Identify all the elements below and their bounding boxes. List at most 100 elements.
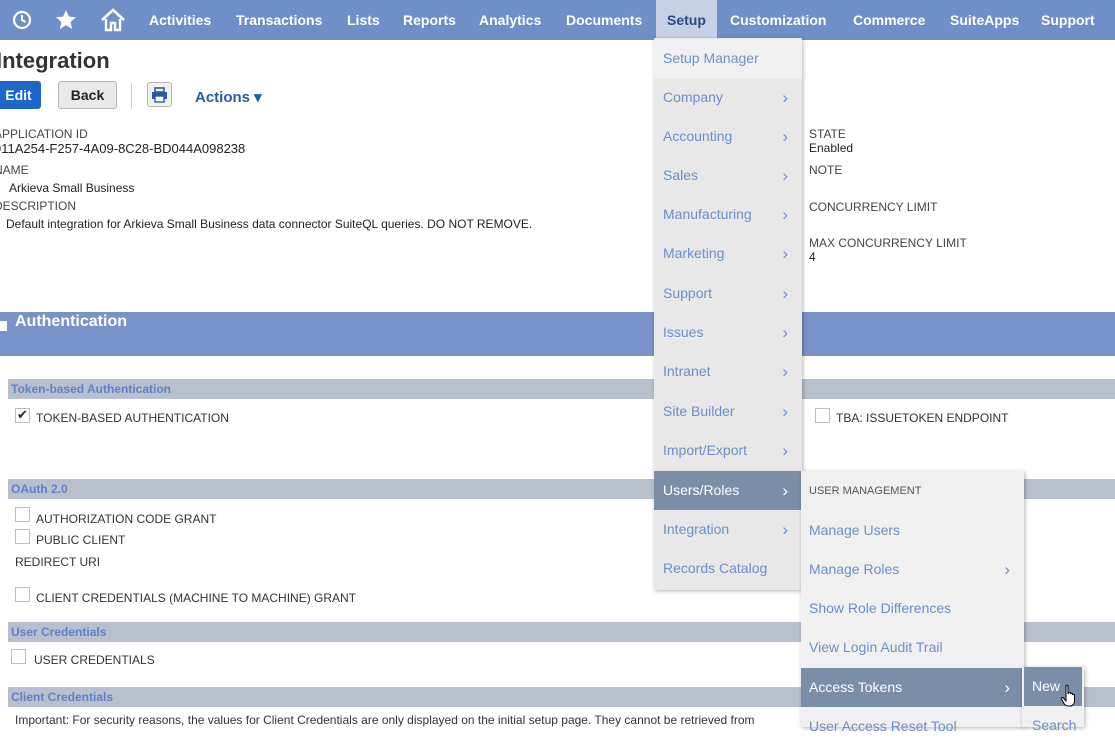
public-client-checkbox[interactable] <box>15 529 30 544</box>
menu-item-sales[interactable]: Sales › <box>654 156 802 195</box>
chevron-right-icon: › <box>1004 678 1010 697</box>
menu-item-label: Issues <box>663 324 704 340</box>
menu-item-label: Manufacturing <box>663 206 752 222</box>
application-id-value: 911A254-F257-4A09-8C28-BD044A098238 <box>0 141 246 156</box>
submenu-item-show-role-differences[interactable]: Show Role Differences <box>801 589 1024 628</box>
state-label: STATE <box>809 127 846 141</box>
menu-item-support[interactable]: Support › <box>654 274 802 313</box>
menu-item-intranet[interactable]: Intranet › <box>654 352 802 391</box>
submenu-item-access-tokens[interactable]: Access Tokens › <box>801 668 1024 707</box>
user-credentials-checkbox[interactable] <box>11 649 26 664</box>
chevron-right-icon: › <box>1004 560 1010 579</box>
nav-documents[interactable]: Documents <box>566 0 642 40</box>
toolbar-divider <box>131 83 132 109</box>
nav-commerce[interactable]: Commerce <box>853 0 925 40</box>
tba-endpoint-label: TBA: ISSUETOKEN ENDPOINT <box>836 411 1009 425</box>
menu-item-issues[interactable]: Issues › <box>654 313 802 352</box>
menu-item-setup-manager[interactable]: Setup Manager <box>654 39 802 78</box>
state-value: Enabled <box>809 141 854 155</box>
nav-suiteapps[interactable]: SuiteApps <box>950 0 1019 40</box>
user-credentials-label: USER CREDENTIALS <box>34 653 155 667</box>
authorization-code-grant-label: AUTHORIZATION CODE GRANT <box>36 512 217 526</box>
authorization-code-grant-checkbox[interactable] <box>15 507 30 522</box>
note-label: NOTE <box>809 163 843 177</box>
access-tokens-search[interactable]: Search <box>1032 717 1076 733</box>
chevron-right-icon: › <box>782 362 788 381</box>
actions-menu-button[interactable]: Actions ▾ <box>195 88 262 106</box>
tba-label: TOKEN-BASED AUTHENTICATION <box>36 411 229 425</box>
important-notice: Important: For security reasons, the val… <box>15 713 755 727</box>
max-concurrency-limit-label: MAX CONCURRENCY LIMIT <box>809 236 967 250</box>
print-button[interactable] <box>147 82 172 107</box>
menu-item-label: Accounting <box>663 128 733 144</box>
submenu-item-view-login-audit-trail[interactable]: View Login Audit Trail <box>801 628 1024 667</box>
chevron-right-icon: › <box>782 481 788 500</box>
menu-item-accounting[interactable]: Accounting › <box>654 117 802 156</box>
menu-item-label: Records Catalog <box>663 560 768 576</box>
submenu-item-label: Show Role Differences <box>809 600 952 616</box>
description-value: Default integration for Arkieva Small Bu… <box>6 217 533 231</box>
menu-item-label: Intranet <box>663 363 711 379</box>
chevron-right-icon: › <box>782 244 788 263</box>
nav-customization[interactable]: Customization <box>730 0 826 40</box>
back-button[interactable]: Back <box>58 81 117 109</box>
menu-item-integration[interactable]: Integration › <box>654 510 802 549</box>
chevron-right-icon: › <box>782 205 788 224</box>
menu-item-label: Setup Manager <box>663 50 759 66</box>
menu-item-label: Import/Export <box>663 442 748 458</box>
max-concurrency-limit-value: 4 <box>809 250 816 264</box>
print-icon <box>152 86 167 103</box>
submenu-item-label: Manage Roles <box>809 561 900 577</box>
recent-icon[interactable] <box>8 6 36 34</box>
star-icon[interactable] <box>52 6 80 34</box>
top-navigation-bar: Activities Transactions Lists Reports An… <box>0 0 1115 40</box>
authentication-section-title: Authentication <box>15 313 127 330</box>
chevron-right-icon: › <box>782 88 788 107</box>
user-management-header: USER MANAGEMENT <box>809 485 922 497</box>
chevron-right-icon: › <box>782 166 788 185</box>
collapse-icon[interactable] <box>0 321 7 331</box>
menu-item-marketing[interactable]: Marketing › <box>654 234 802 273</box>
nav-reports[interactable]: Reports <box>403 0 456 40</box>
menu-item-label: Site Builder <box>663 403 735 419</box>
client-credentials-grant-label: CLIENT CREDENTIALS (MACHINE TO MACHINE) … <box>36 591 357 605</box>
nav-transactions[interactable]: Transactions <box>236 0 322 40</box>
chevron-right-icon: › <box>782 441 788 460</box>
submenu-item-manage-users[interactable]: Manage Users <box>801 511 1024 550</box>
menu-item-records-catalog[interactable]: Records Catalog <box>654 549 802 588</box>
chevron-right-icon: › <box>782 323 788 342</box>
menu-item-label: Sales <box>663 167 699 183</box>
page-title: Integration <box>0 48 110 73</box>
submenu-item-label: Access Tokens <box>809 679 903 695</box>
name-label: NAME <box>0 163 29 177</box>
submenu-item-label: User Access Reset Tool <box>809 718 957 734</box>
description-label: DESCRIPTION <box>0 199 77 213</box>
setup-dropdown-menu: Setup Manager Company › Accounting › Sales… <box>654 38 802 590</box>
home-icon[interactable] <box>99 6 127 34</box>
redirect-uri-label: REDIRECT URI <box>15 555 101 569</box>
application-id-label: APPLICATION ID <box>0 127 88 141</box>
concurrency-limit-label: CONCURRENCY LIMIT <box>809 200 938 214</box>
edit-button[interactable]: Edit <box>0 81 41 109</box>
menu-item-users-roles[interactable]: Users/Roles › <box>654 471 802 510</box>
authentication-section-header[interactable]: Authentication <box>0 312 1115 356</box>
menu-item-manufacturing[interactable]: Manufacturing › <box>654 195 802 234</box>
tba-subsection-header: Token-based Authentication <box>8 379 1115 399</box>
nav-lists[interactable]: Lists <box>347 0 380 40</box>
submenu-item-manage-roles[interactable]: Manage Roles › <box>801 550 1024 589</box>
tba-endpoint-checkbox[interactable] <box>815 408 830 423</box>
hand-cursor-icon <box>1060 684 1075 707</box>
submenu-item-label: View Login Audit Trail <box>809 639 943 655</box>
tba-checkbox[interactable]: ✔ <box>15 408 30 423</box>
nav-analytics[interactable]: Analytics <box>479 0 541 40</box>
chevron-right-icon: › <box>782 284 788 303</box>
chevron-right-icon: › <box>782 520 788 539</box>
nav-activities[interactable]: Activities <box>149 0 211 40</box>
client-credentials-grant-checkbox[interactable] <box>15 587 30 602</box>
nav-setup[interactable]: Setup <box>656 0 717 40</box>
menu-item-company[interactable]: Company › <box>654 78 802 117</box>
menu-item-import-export[interactable]: Import/Export › <box>654 431 802 470</box>
menu-item-site-builder[interactable]: Site Builder › <box>654 392 802 431</box>
nav-support[interactable]: Support <box>1041 0 1095 40</box>
menu-item-label: Users/Roles <box>663 482 740 498</box>
